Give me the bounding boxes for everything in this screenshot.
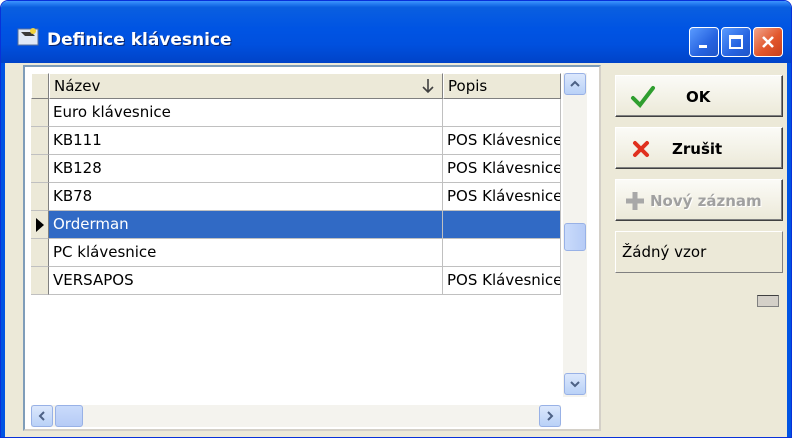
dialog-window: Definice klávesnice Název Popis Euro klá… [0,0,792,438]
maximize-icon [729,35,743,49]
horizontal-scrollbar[interactable] [31,405,561,427]
new-record-label: Nový záznam [650,192,762,210]
vertical-scroll-thumb[interactable] [564,223,586,251]
chevron-left-icon [38,411,45,421]
horizontal-scroll-thumb[interactable] [55,405,83,427]
scroll-right-button[interactable] [539,405,561,427]
sort-down-arrow-icon [422,79,434,94]
plus-icon [626,192,644,210]
row-name[interactable]: KB128 [49,155,443,183]
cancel-x-icon [633,141,649,157]
table-row[interactable]: PC klávesnice [31,239,561,267]
chevron-up-icon [570,80,580,87]
grid-body: Název Popis Euro klávesnice KB111 POS Kl… [31,73,561,397]
column-header-description[interactable]: Popis [443,73,561,99]
row-indicator [31,127,49,155]
table-row[interactable]: Euro klávesnice [31,99,561,127]
row-name[interactable]: KB78 [49,183,443,211]
row-description[interactable]: POS Klávesnice [443,267,561,295]
new-record-button[interactable]: Nový záznam [615,179,783,221]
chevron-right-icon [547,411,554,421]
header-indicator-cell [31,73,49,99]
row-description[interactable] [443,99,561,127]
row-name[interactable]: Orderman [49,211,443,239]
scroll-left-button[interactable] [31,405,53,427]
vertical-scrollbar[interactable] [563,73,587,397]
checkmark-icon [631,86,655,109]
column-header-description-label: Popis [448,77,488,95]
row-indicator [31,183,49,211]
table-row[interactable]: KB78 POS Klávesnice [31,183,561,211]
app-icon [17,28,39,46]
minimize-icon [699,45,707,48]
ok-label: OK [686,88,711,106]
table-row[interactable]: KB111 POS Klávesnice [31,127,561,155]
row-name[interactable]: Euro klávesnice [49,99,443,127]
column-header-name[interactable]: Název [49,73,443,99]
row-indicator [31,239,49,267]
cancel-button[interactable]: Zrušit [615,127,783,169]
window-border-right [787,63,791,437]
row-indicator [31,155,49,183]
table-row[interactable]: KB128 POS Klávesnice [31,155,561,183]
scroll-up-button[interactable] [564,73,586,95]
row-name[interactable]: KB111 [49,127,443,155]
row-description[interactable] [443,211,561,239]
status-indicator [757,295,779,307]
row-description[interactable]: POS Klávesnice [443,183,561,211]
ok-button[interactable]: OK [615,75,783,117]
row-description[interactable]: POS Klávesnice [443,127,561,155]
title-bar[interactable]: Definice klávesnice [1,1,791,63]
row-description[interactable]: POS Klávesnice [443,155,561,183]
maximize-button[interactable] [721,27,751,57]
close-button[interactable] [753,27,783,57]
minimize-button[interactable] [689,27,719,57]
table-row[interactable]: VERSAPOS POS Klávesnice [31,267,561,295]
row-name[interactable]: PC klávesnice [49,239,443,267]
row-description[interactable] [443,239,561,267]
window-title: Definice klávesnice [47,30,232,50]
template-label: Žádný vzor [622,243,707,261]
scroll-down-button[interactable] [564,373,586,395]
column-header-name-label: Název [54,77,101,95]
table-row-selected[interactable]: Orderman [31,211,561,239]
keyboard-grid: Název Popis Euro klávesnice KB111 POS Kl… [23,65,601,431]
current-row-arrow-icon [36,218,44,232]
chevron-down-icon [570,381,580,388]
close-icon [762,36,774,48]
row-indicator [31,211,49,239]
row-indicator [31,267,49,295]
window-border-left [1,63,5,437]
row-indicator [31,99,49,127]
template-selector[interactable]: Žádný vzor [615,231,783,273]
cancel-label: Zrušit [672,140,723,158]
row-name[interactable]: VERSAPOS [49,267,443,295]
